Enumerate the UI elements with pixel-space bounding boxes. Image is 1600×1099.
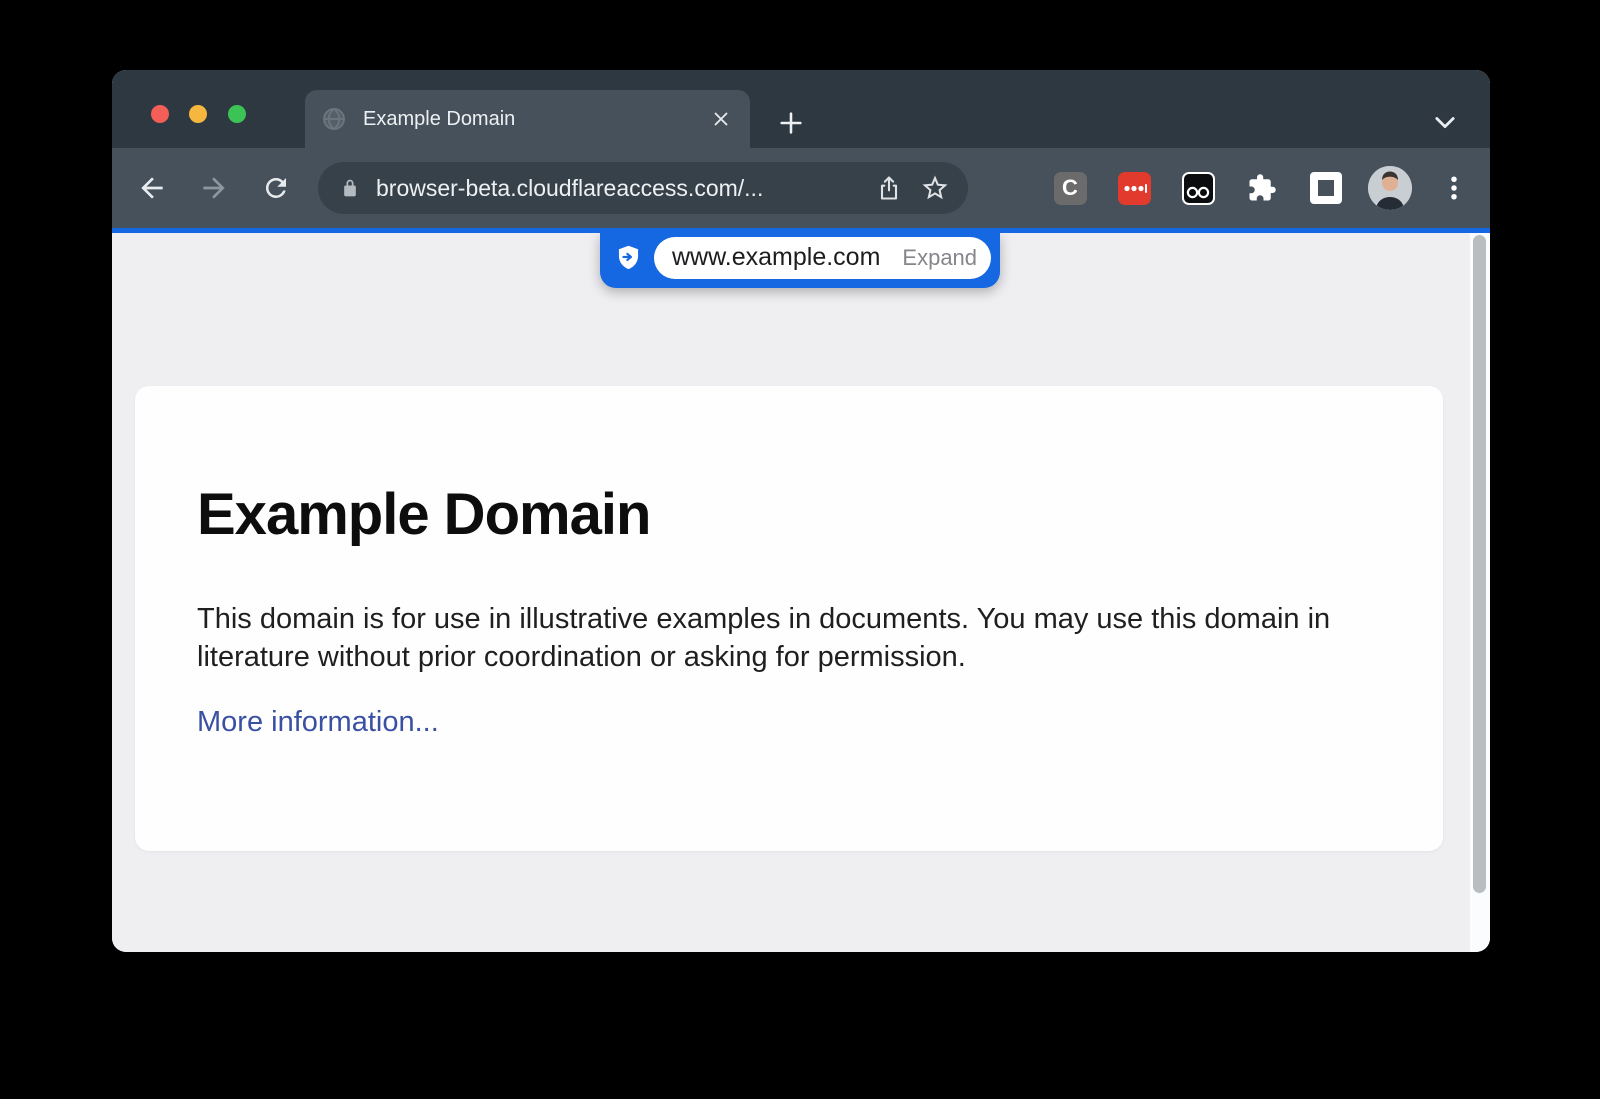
desktop-background: Example Domain (0, 0, 1600, 1099)
chevron-down-icon[interactable] (1428, 106, 1462, 138)
back-button[interactable] (135, 171, 169, 205)
page-viewport: www.example.com Expand Example Domain Th… (112, 233, 1490, 952)
close-window-button[interactable] (151, 105, 169, 123)
extension-password-manager-icon[interactable] (1118, 172, 1151, 205)
forward-button[interactable] (197, 171, 231, 205)
lock-icon (340, 178, 360, 198)
more-information-link[interactable]: More information... (197, 706, 439, 739)
extensions-row: C (1038, 162, 1486, 214)
globe-favicon-icon (321, 106, 347, 132)
tab-close-icon[interactable] (708, 106, 734, 132)
isolated-hostname: www.example.com (672, 243, 880, 272)
extension-goggles-icon[interactable] (1182, 172, 1215, 205)
reload-button[interactable] (259, 171, 293, 205)
page-title: Example Domain (197, 486, 1381, 544)
zoom-window-button[interactable] (228, 105, 246, 123)
scrollbar-thumb[interactable] (1473, 235, 1486, 893)
expand-button[interactable]: Expand (902, 245, 977, 271)
isolation-banner: www.example.com Expand (600, 233, 1000, 288)
browser-window: Example Domain (112, 70, 1490, 952)
scrollbar-track[interactable] (1470, 233, 1490, 952)
kebab-menu-icon[interactable] (1436, 170, 1472, 206)
page-paragraph: This domain is for use in illustrative e… (197, 600, 1352, 676)
shield-arrow-icon (615, 244, 642, 271)
extension-c-icon[interactable]: C (1054, 172, 1087, 205)
browser-toolbar: browser-beta.cloudflareaccess.com/... C (112, 148, 1490, 228)
minimize-window-button[interactable] (189, 105, 207, 123)
share-icon[interactable] (874, 173, 904, 203)
address-bar[interactable]: browser-beta.cloudflareaccess.com/... (318, 162, 968, 214)
tab-example-domain[interactable]: Example Domain (305, 90, 750, 148)
side-panel-frame-icon[interactable] (1310, 172, 1342, 204)
bookmark-star-icon[interactable] (920, 173, 950, 203)
content-card: Example Domain This domain is for use in… (135, 386, 1443, 851)
url-text: browser-beta.cloudflareaccess.com/... (376, 175, 858, 202)
extensions-puzzle-icon[interactable] (1244, 170, 1280, 206)
new-tab-button[interactable] (775, 107, 807, 139)
profile-avatar[interactable] (1368, 166, 1412, 210)
isolated-site-pill[interactable]: www.example.com Expand (654, 237, 991, 279)
tab-title: Example Domain (363, 108, 708, 131)
tab-strip: Example Domain (112, 70, 1490, 148)
